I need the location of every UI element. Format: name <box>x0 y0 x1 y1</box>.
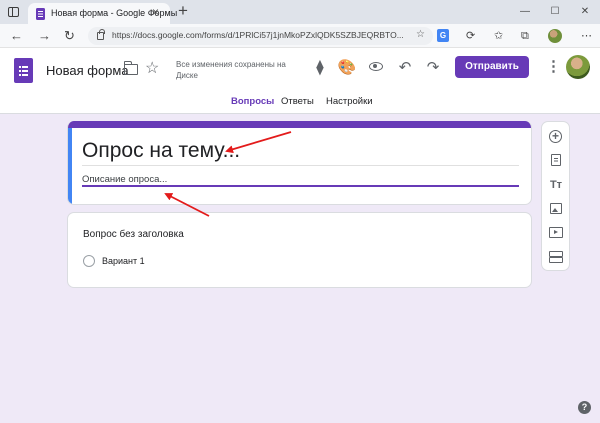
close-window-button[interactable]: ✕ <box>570 0 600 24</box>
translate-extension-icon[interactable]: G <box>437 29 449 42</box>
window-menu-icon[interactable] <box>8 7 19 17</box>
favorites-icon[interactable]: ✩ <box>494 28 503 44</box>
radio-option[interactable] <box>83 255 95 267</box>
address-bar[interactable]: https://docs.google.com/forms/d/1PRlCi57… <box>88 27 433 45</box>
import-questions-icon[interactable] <box>551 154 561 166</box>
help-icon[interactable]: ? <box>578 401 591 414</box>
side-toolbar: + Tт <box>541 121 570 271</box>
undo-icon[interactable]: ↶ <box>394 57 416 79</box>
move-to-folder-icon[interactable] <box>123 61 138 75</box>
form-doc-title[interactable]: Новая форма <box>46 63 129 78</box>
google-forms-logo-icon[interactable] <box>14 58 33 83</box>
addons-puzzle-icon[interactable]: ⧫ <box>309 57 331 79</box>
reload-icon[interactable]: ↻ <box>64 27 75 45</box>
palette-icon[interactable]: 🎨 <box>336 57 358 79</box>
maximize-button[interactable]: ☐ <box>540 0 570 24</box>
user-avatar[interactable] <box>566 55 590 79</box>
new-tab-button[interactable]: + <box>178 1 188 21</box>
extensions-icon[interactable]: ⟳ <box>466 28 475 44</box>
send-button[interactable]: Отправить <box>455 56 529 78</box>
redo-icon[interactable]: ↷ <box>422 57 444 79</box>
form-title-input[interactable]: Опрос на тему... <box>82 139 240 163</box>
forms-header: Новая форма ☆ Все изменения сохранены на… <box>0 48 600 158</box>
tab-questions[interactable]: Вопросы <box>231 96 274 107</box>
star-icon[interactable]: ☆ <box>145 58 159 78</box>
card-focus-bar <box>68 128 72 204</box>
question-title[interactable]: Вопрос без заголовка <box>83 229 184 240</box>
add-video-icon[interactable] <box>549 227 563 238</box>
tab-settings[interactable]: Настройки <box>326 96 373 107</box>
form-tabs: Вопросы Ответы Настройки <box>0 92 600 158</box>
description-underline <box>82 185 519 187</box>
browser-profile-avatar[interactable] <box>548 29 562 43</box>
browser-tab[interactable]: Новая форма - Google Формы × <box>28 3 177 24</box>
form-title-card[interactable]: Опрос на тему... Описание опроса... <box>67 121 532 205</box>
forms-favicon-icon <box>36 8 45 20</box>
url-text[interactable]: https://docs.google.com/forms/d/1PRlCi57… <box>112 30 412 40</box>
title-divider <box>82 165 519 166</box>
option-label[interactable]: Вариант 1 <box>102 256 145 266</box>
tab-responses[interactable]: Ответы <box>281 96 314 107</box>
save-status: Все изменения сохранены на Диске <box>176 60 286 80</box>
back-icon[interactable]: ← <box>10 27 23 45</box>
window-controls: — ☐ ✕ <box>510 0 600 24</box>
collections-icon[interactable]: ⧉ <box>521 28 529 44</box>
forward-icon[interactable]: → <box>38 27 51 45</box>
lock-icon[interactable] <box>97 29 105 40</box>
tab-close-icon[interactable]: × <box>152 5 159 19</box>
more-options-icon[interactable]: ⋮ <box>546 57 561 75</box>
preview-eye-icon[interactable] <box>369 62 383 71</box>
question-card[interactable]: Вопрос без заголовка Вариант 1 <box>67 212 532 288</box>
browser-toolbar: ← → ↻ https://docs.google.com/forms/d/1P… <box>0 24 600 48</box>
card-accent-bar <box>68 121 531 128</box>
add-section-icon[interactable] <box>549 251 563 263</box>
minimize-button[interactable]: — <box>510 0 540 24</box>
add-question-icon[interactable]: + <box>549 130 562 143</box>
add-image-icon[interactable] <box>550 203 562 214</box>
browser-tab-strip: Новая форма - Google Формы × + — ☐ ✕ <box>0 0 600 24</box>
form-description-input[interactable]: Описание опроса... <box>82 174 167 185</box>
add-title-icon[interactable]: Tт <box>546 175 566 195</box>
browser-menu-icon[interactable]: ⋯ <box>581 28 592 44</box>
bookmark-star-icon[interactable]: ☆ <box>416 29 425 40</box>
